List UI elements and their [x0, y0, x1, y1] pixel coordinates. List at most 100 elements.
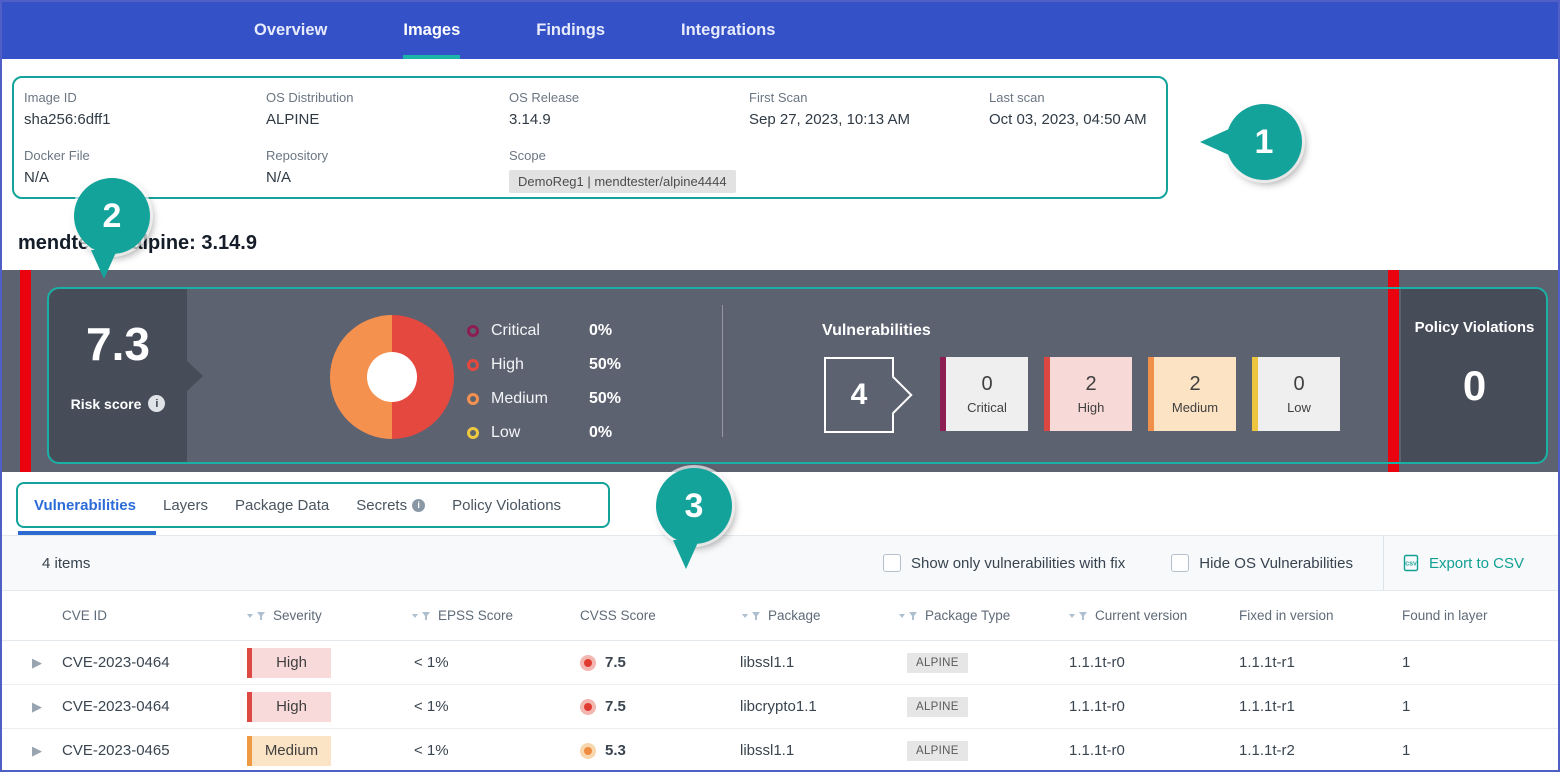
low-dot-icon — [467, 427, 479, 439]
nav-tab-findings[interactable]: Findings — [536, 2, 605, 59]
header-label: CVSS Score — [580, 608, 656, 623]
right-red-stripe — [1388, 270, 1399, 472]
export-to-csv-label: Export to CSV — [1429, 555, 1524, 572]
total-arrow-icon — [874, 376, 912, 414]
vertical-divider — [722, 305, 723, 437]
cell-severity: High — [245, 692, 410, 722]
legend-label: Critical — [491, 322, 589, 340]
severity-badge: High — [247, 692, 331, 722]
svg-text:CSV: CSV — [1405, 562, 1417, 568]
nav-tab-images[interactable]: Images — [403, 2, 460, 59]
severity-label: Low — [1287, 400, 1311, 415]
cell-fixed-in-version: 1.1.1t-r1 — [1239, 654, 1402, 671]
meta-label: OS Distribution — [266, 90, 509, 105]
severity-count-boxes: 0 Critical 2 High 2 Medium 0 Low — [940, 357, 1340, 431]
cvss-value: 5.3 — [605, 742, 626, 759]
tab-vulnerabilities[interactable]: Vulnerabilities — [34, 497, 136, 514]
severity-count: 2 — [1189, 373, 1200, 396]
items-count: 4 items — [42, 555, 90, 572]
meta-field-scope: Scope DemoReg1 | mendtester/alpine4444 — [509, 148, 749, 197]
header-fixed-in-version: Fixed in version — [1239, 608, 1402, 623]
callout-tail-icon — [1200, 129, 1229, 155]
cell-fixed-in-version: 1.1.1t-r2 — [1239, 742, 1402, 759]
severity-count: 0 — [1293, 373, 1304, 396]
header-cve-id: CVE ID — [62, 608, 245, 623]
meta-label: First Scan — [749, 90, 989, 105]
header-label: Severity — [273, 608, 322, 623]
meta-field-os-distribution: OS Distribution ALPINE — [266, 90, 509, 132]
table-row: ▶ CVE-2023-0464 High < 1% 7.5 libcrypto1… — [2, 685, 1558, 729]
show-fix-checkbox[interactable] — [883, 554, 901, 572]
export-to-csv-button[interactable]: CSV Export to CSV — [1383, 536, 1558, 590]
tab-layers[interactable]: Layers — [163, 497, 208, 514]
secrets-info-icon[interactable]: i — [412, 499, 425, 512]
nav-tab-integrations[interactable]: Integrations — [681, 2, 775, 59]
cell-package: libssl1.1 — [740, 742, 897, 759]
meta-field-os-release: OS Release 3.14.9 — [509, 90, 749, 132]
header-severity: Severity — [245, 608, 410, 623]
high-dot-icon — [467, 359, 479, 371]
cell-cvss-score: 5.3 — [580, 742, 740, 759]
legend-item-critical: Critical 0% — [467, 314, 621, 348]
show-fix-label: Show only vulnerabilities with fix — [911, 555, 1125, 572]
meta-field-first-scan: First Scan Sep 27, 2023, 10:13 AM — [749, 90, 989, 132]
severity-count-low: 0 Low — [1252, 357, 1340, 431]
legend-value: 0% — [589, 322, 621, 340]
legend-value: 0% — [589, 424, 621, 442]
legend-label: Medium — [491, 390, 589, 408]
legend-value: 50% — [589, 356, 621, 374]
severity-count-critical: 0 Critical — [940, 357, 1028, 431]
cell-package-type: ALPINE — [897, 697, 1067, 717]
severity-label: High — [1078, 400, 1105, 415]
filter-sort-icons[interactable] — [410, 611, 432, 621]
filter-sort-icons[interactable] — [740, 611, 762, 621]
tab-policy-violations[interactable]: Policy Violations — [452, 497, 561, 514]
header-label: Found in layer — [1402, 608, 1488, 623]
filter-show-only-fix[interactable]: Show only vulnerabilities with fix — [883, 554, 1125, 572]
cell-package-type: ALPINE — [897, 741, 1067, 761]
cell-cve-id: CVE-2023-0465 — [62, 742, 245, 759]
csv-icon: CSV — [1402, 554, 1420, 572]
callout-number: 2 — [103, 197, 122, 236]
header-current-version: Current version — [1067, 608, 1239, 623]
severity-donut — [330, 315, 454, 439]
tab-package-data[interactable]: Package Data — [235, 497, 329, 514]
risk-summary-band: 7.3 Risk score i Critical 0% High 50% Me… — [2, 270, 1558, 472]
row-expand-icon[interactable]: ▶ — [2, 655, 62, 671]
cell-current-version: 1.1.1t-r0 — [1067, 742, 1239, 759]
hide-os-checkbox[interactable] — [1171, 554, 1189, 572]
cell-epss-score: < 1% — [410, 654, 580, 671]
meta-field-last-scan: Last scan Oct 03, 2023, 04:50 AM — [989, 90, 1160, 132]
left-red-stripe — [20, 270, 31, 472]
cell-package: libssl1.1 — [740, 654, 897, 671]
tab-secrets[interactable]: Secrets i — [356, 497, 425, 514]
callout-tail-icon — [673, 540, 699, 569]
filter-sort-icons[interactable] — [245, 611, 267, 621]
risk-score-box: 7.3 Risk score i — [49, 289, 187, 462]
severity-count-high: 2 High — [1044, 357, 1132, 431]
meta-value: ALPINE — [266, 111, 509, 128]
risk-score-info-icon[interactable]: i — [148, 395, 165, 412]
meta-value: 3.14.9 — [509, 111, 749, 128]
annotation-callout-2: 2 — [74, 178, 150, 254]
critical-dot-icon — [467, 325, 479, 337]
meta-value: N/A — [266, 169, 509, 186]
meta-label: Scope — [509, 148, 749, 163]
cvss-severity-dot-icon — [580, 655, 596, 671]
cell-fixed-in-version: 1.1.1t-r1 — [1239, 698, 1402, 715]
legend-value: 50% — [589, 390, 621, 408]
severity-label: Medium — [1172, 400, 1218, 415]
filter-sort-icons[interactable] — [897, 611, 919, 621]
legend-label: Low — [491, 424, 589, 442]
header-label: Current version — [1095, 608, 1187, 623]
risk-score-value: 7.3 — [86, 317, 150, 371]
severity-legend: Critical 0% High 50% Medium 50% Low 0% — [467, 314, 621, 450]
filter-sort-icons[interactable] — [1067, 611, 1089, 621]
filter-hide-os[interactable]: Hide OS Vulnerabilities — [1171, 554, 1353, 572]
callout-number: 1 — [1255, 123, 1274, 162]
risk-score-label: Risk score i — [71, 395, 166, 412]
row-expand-icon[interactable]: ▶ — [2, 699, 62, 715]
row-expand-icon[interactable]: ▶ — [2, 743, 62, 759]
nav-tab-overview[interactable]: Overview — [254, 2, 327, 59]
cell-cvss-score: 7.5 — [580, 654, 740, 671]
